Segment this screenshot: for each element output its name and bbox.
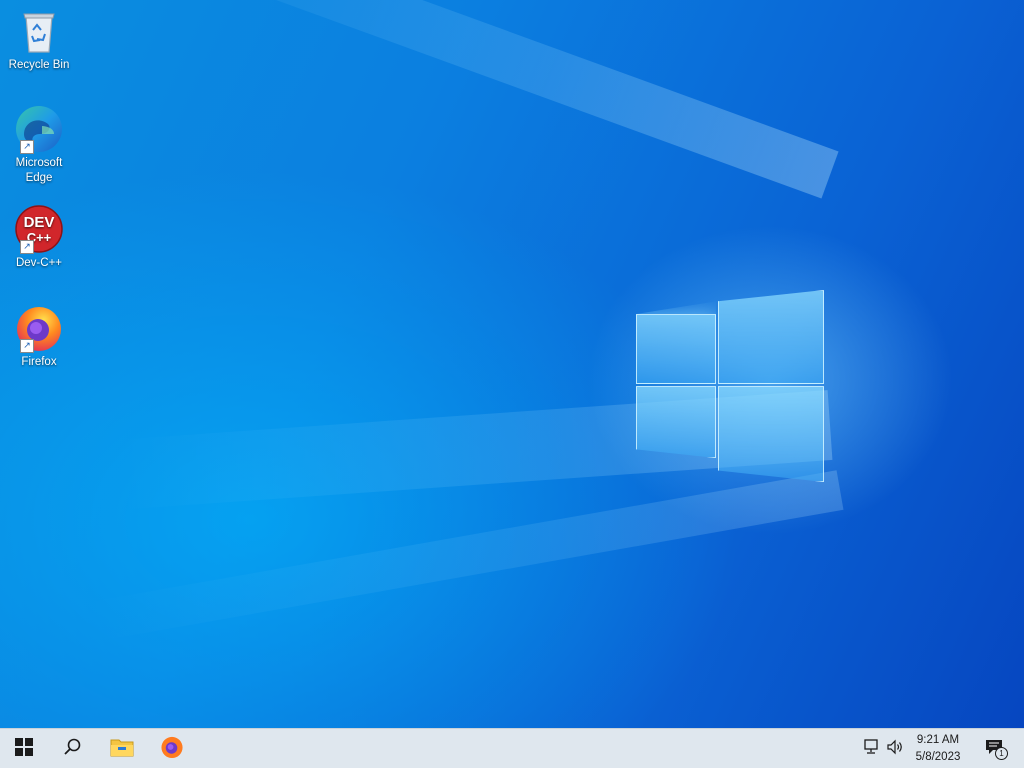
logo-pane: [718, 386, 824, 482]
desktop-icon-edge[interactable]: ↗ Microsoft Edge: [4, 104, 74, 186]
desktop-background[interactable]: Recycle Bin ↗ Microsoft Edge DEV C++ ↗ D…: [0, 0, 1024, 728]
dev-cpp-icon: DEV C++ ↗: [14, 204, 64, 254]
firefox-icon: [160, 735, 184, 764]
desktop-icon-label: Firefox: [21, 356, 57, 368]
network-button[interactable]: [860, 729, 882, 769]
firefox-icon: ↗: [14, 303, 64, 353]
shortcut-arrow-icon: ↗: [20, 240, 34, 254]
logo-pane: [636, 386, 716, 458]
clock-date: 5/8/2023: [915, 751, 961, 763]
file-explorer-icon: [110, 737, 134, 762]
taskbar-firefox-button[interactable]: [148, 729, 196, 769]
start-button[interactable]: [0, 729, 48, 769]
desktop-icon-label: Microsoft Edge: [15, 157, 63, 184]
action-center-icon: 1: [985, 739, 1008, 760]
volume-button[interactable]: [884, 729, 906, 769]
desktop-icon-dev-cpp[interactable]: DEV C++ ↗ Dev-C++: [4, 204, 74, 271]
notification-count-badge: 1: [995, 747, 1008, 760]
shortcut-arrow-icon: ↗: [20, 339, 34, 353]
dev-cpp-icon-text: DEV: [24, 214, 55, 231]
logo-pane: [718, 290, 824, 384]
clock[interactable]: 9:21 AM 5/8/2023: [906, 732, 970, 766]
network-icon: [862, 738, 880, 760]
desktop-icon-label: Recycle Bin: [8, 59, 70, 71]
desktop-icon-recycle-bin[interactable]: Recycle Bin: [4, 6, 74, 73]
search-button[interactable]: [48, 729, 96, 769]
taskbar-file-explorer-button[interactable]: [98, 729, 146, 769]
recycle-bin-icon: [14, 6, 64, 56]
clock-time: 9:21 AM: [916, 734, 960, 746]
taskbar: 9:21 AM 5/8/2023 1: [0, 728, 1024, 768]
edge-icon: ↗: [14, 104, 64, 154]
logo-pane: [636, 314, 716, 384]
search-icon: [63, 738, 81, 761]
desktop-icon-label: Dev-C++: [15, 257, 63, 269]
action-center-button[interactable]: 1: [976, 729, 1016, 769]
desktop-icon-firefox[interactable]: ↗ Firefox: [4, 303, 74, 370]
shortcut-arrow-icon: ↗: [20, 140, 34, 154]
windows-logo-wallpaper: [636, 290, 824, 482]
volume-icon: [886, 739, 904, 760]
windows-start-icon: [15, 737, 33, 761]
wallpaper-beam: [126, 0, 839, 199]
